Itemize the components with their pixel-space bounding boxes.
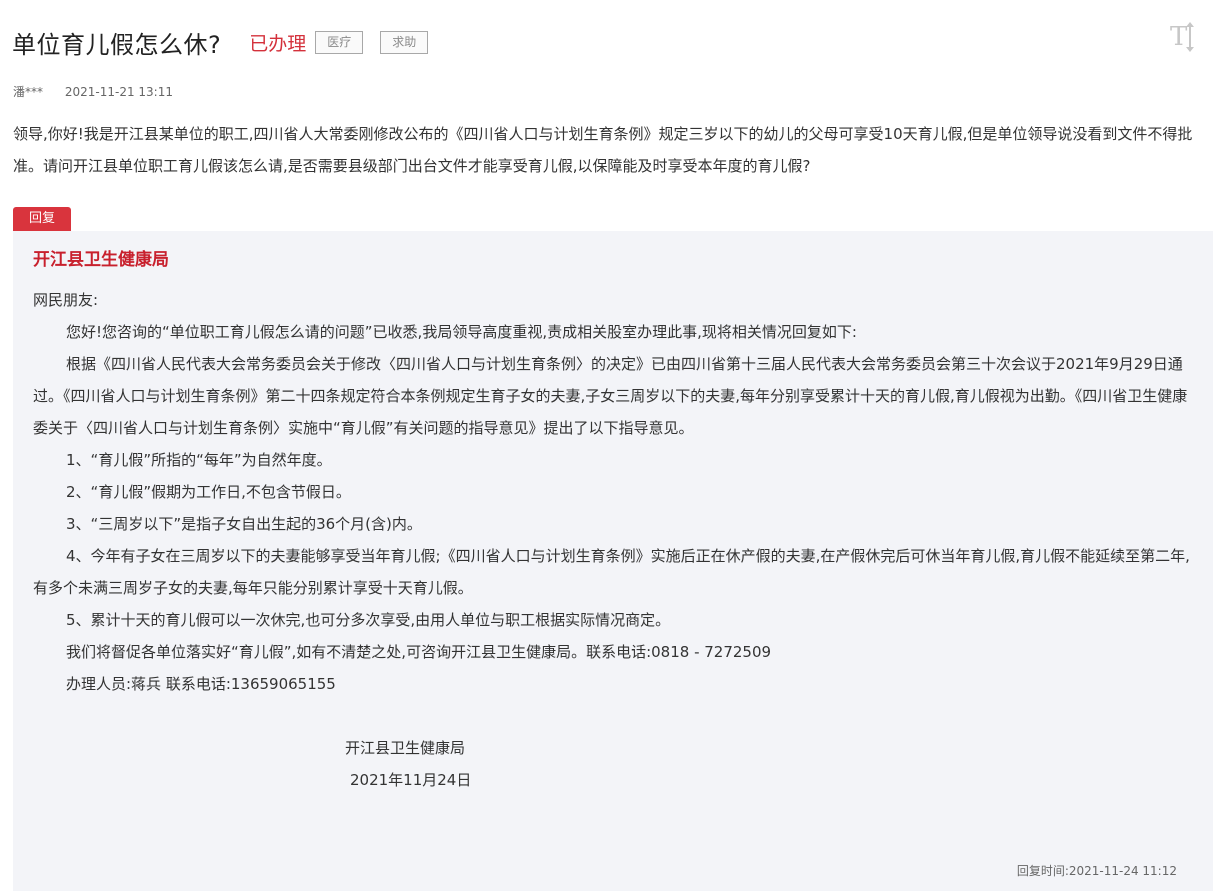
- reply-department: 开江县卫生健康局: [33, 250, 169, 270]
- reply-paragraph: 3、“三周岁以下”是指子女自出生起的36个月(含)内。: [66, 515, 422, 533]
- question-text: 领导,你好!我是开江县某单位的职工,四川省人大常委刚修改公布的《四川省人口与计划…: [13, 125, 1193, 175]
- reply-tab: 回复: [13, 207, 71, 231]
- author-name: 潘***: [13, 85, 44, 99]
- reply-body: 网民朋友: 您好!您咨询的“单位职工育儿假怎么请的问题”已收悉,我局领导高度重视…: [33, 284, 1193, 700]
- reply-paragraph: 您好!您咨询的“单位职工育儿假怎么请的问题”已收悉,我局领导高度重视,责成相关股…: [66, 323, 857, 341]
- reply-signature-date: 2021年11月24日: [350, 771, 472, 789]
- font-size-letter: T: [1170, 22, 1188, 52]
- reply-paragraph: 1、“育儿假”所指的“每年”为自然年度。: [66, 451, 332, 469]
- reply-signature: 开江县卫生健康局: [345, 739, 466, 757]
- reply-paragraph: 我们将督促各单位落实好“育儿假”,如有不清楚之处,可咨询开江县卫生健康局。联系电…: [66, 643, 772, 661]
- reply-paragraph: 5、累计十天的育儿假可以一次休完,也可分多次享受,由用人单位与职工根据实际情况商…: [66, 611, 671, 629]
- reply-paragraph: 2、“育儿假”假期为工作日,不包含节假日。: [66, 483, 351, 501]
- reply-paragraph: 4、今年有子女在三周岁以下的夫妻能够享受当年育儿假;《四川省人口与计划生育条例》…: [33, 547, 1190, 597]
- post-date: 2021-11-21 13:11: [64, 85, 173, 99]
- tag-help[interactable]: 求助: [380, 30, 429, 54]
- reply-paragraph: 根据《四川省人民代表大会常务委员会关于修改〈四川省人口与计划生育条例〉的决定》已…: [33, 355, 1188, 437]
- post-meta: 潘*** 2021-11-21 13:11: [13, 83, 173, 100]
- reply-panel: 开江县卫生健康局 网民朋友: 您好!您咨询的“单位职工育儿假怎么请的问题”已收悉…: [13, 231, 1213, 891]
- reply-greeting: 网民朋友:: [33, 291, 99, 309]
- title-row: 单位育儿假怎么休? 已办理 医疗 求助: [12, 22, 429, 62]
- reply-signature-block: 开江县卫生健康局 2021年11月24日: [345, 732, 471, 796]
- tag-medical[interactable]: 医疗: [315, 30, 364, 54]
- page-title: 单位育儿假怎么休?: [12, 30, 222, 59]
- page: 单位育儿假怎么休? 已办理 医疗 求助 T 潘*** 2021-11-21 13…: [0, 0, 1220, 891]
- status-label: 已办理: [249, 32, 307, 55]
- reply-paragraph: 办理人员:蒋兵 联系电话:13659065155: [66, 675, 336, 693]
- font-size-toggle-icon[interactable]: T: [1170, 22, 1202, 52]
- resize-arrow-icon: [1186, 22, 1194, 52]
- reply-time: 回复时间:2021-11-24 11:12: [1016, 864, 1177, 878]
